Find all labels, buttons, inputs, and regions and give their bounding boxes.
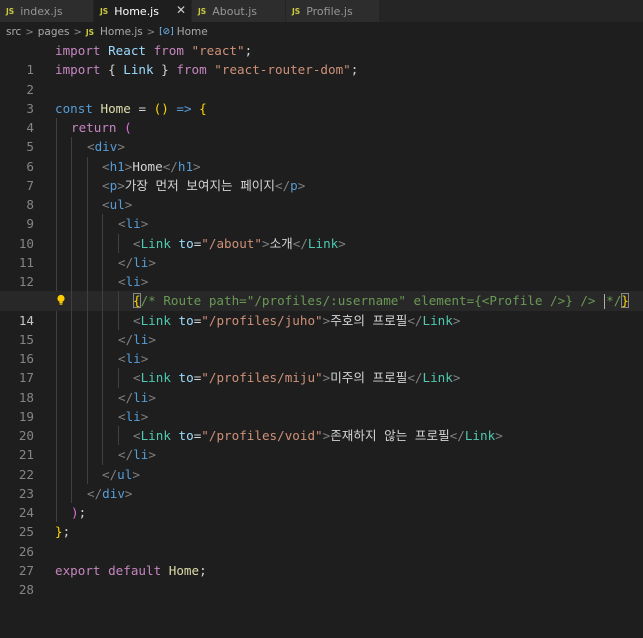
tab-index-js[interactable]: JS index.js <box>0 0 94 22</box>
line-code: <ul> <box>102 197 133 212</box>
code-line: 7 <h1>Home</h1> <box>0 156 643 193</box>
line-code: <li> <box>118 351 149 366</box>
line-code: import React from "react"; <box>55 43 253 58</box>
lightbulb-icon[interactable] <box>56 294 66 306</box>
line-code: </li> <box>118 389 156 405</box>
line-code: export default Home; <box>55 562 207 578</box>
code-line: 1 import React from "react"; <box>0 41 643 77</box>
text-cursor <box>604 294 606 310</box>
chevron-right-icon: > <box>25 26 34 38</box>
line-code: </li> <box>118 254 156 270</box>
line-code: }; <box>55 524 71 540</box>
code-line: 9 <ul> <box>0 195 643 231</box>
code-line: 6 <div> <box>0 137 643 174</box>
line-code: <div> <box>87 139 125 155</box>
line-code: <h1>Home</h1> <box>102 158 201 174</box>
line-code: <li> <box>118 408 149 424</box>
code-line: 23 </ul> <box>0 464 643 501</box>
code-line: 16 </li> <box>0 329 643 366</box>
code-line: 4 const Home = () => { <box>0 99 643 135</box>
javascript-file-icon: JS <box>85 27 95 37</box>
code-line: 18 <Link to="/profiles/miju">미주의 프로필</Li… <box>0 368 643 405</box>
javascript-file-icon: JS <box>6 6 15 16</box>
line-code: <li> <box>118 274 149 289</box>
javascript-file-icon: JS <box>198 6 207 16</box>
tab-profile-js[interactable]: JS Profile.js <box>286 0 380 22</box>
chevron-right-icon: > <box>73 26 82 38</box>
code-line: 13 <li> <box>0 272 643 308</box>
code-line: 5 return ( <box>0 118 643 154</box>
javascript-file-icon: JS <box>292 6 301 16</box>
code-line: 2 import { Link } from "react-router-dom… <box>0 60 643 96</box>
line-code: const Home = () => { <box>55 100 207 116</box>
code-line: 20 <li> <box>0 406 643 443</box>
code-line: 8 <p>가장 먼저 보여지는 페이지</p> <box>0 175 643 212</box>
line-number: 28 <box>18 582 34 597</box>
breadcrumb-file[interactable]: Home.js <box>100 26 143 38</box>
variable-symbol-icon: [⊘] <box>159 27 174 37</box>
editor-tab-bar: JS index.js JS Home.js ✕ JS About.js JS … <box>0 0 643 22</box>
line-code: <Link to="/profiles/void">존재하지 않는 프로필</L… <box>133 428 503 443</box>
line-code: </ul> <box>102 466 140 482</box>
line-code: </li> <box>118 331 156 347</box>
tab-label: About.js <box>212 4 258 18</box>
line-code: <Link to="/profiles/juho">주호의 프로필</Link> <box>133 312 461 328</box>
line-code: import { Link } from "react-router-dom"; <box>55 62 359 78</box>
code-line: 26 }; <box>0 522 643 558</box>
line-code: <Link to="/about">소개</Link> <box>133 235 346 251</box>
breadcrumb: src > pages > JS Home.js > [⊘] Home <box>0 22 643 42</box>
code-line: 24 </div> <box>0 483 643 520</box>
line-code: {/* Route path="/profiles/:username" ele… <box>133 293 629 310</box>
javascript-file-icon: JS <box>100 6 109 16</box>
tab-label: index.js <box>20 4 63 18</box>
code-line: 28 export default Home; <box>0 561 643 597</box>
code-line: 10 <li> <box>0 214 643 251</box>
current-code-line: 14 {/* Route path="/profiles/:username" … <box>0 291 643 328</box>
line-code: <p>가장 먼저 보여지는 페이지</p> <box>102 177 306 193</box>
code-line: 25 ); <box>0 503 643 539</box>
code-line: 3 <box>0 80 643 116</box>
line-code: <Link to="/profiles/miju">미주의 프로필</Link> <box>133 370 461 386</box>
code-editor[interactable]: 1 import React from "react"; 2 import { … <box>0 41 643 597</box>
tab-label: Profile.js <box>306 4 353 18</box>
code-line: 19 </li> <box>0 387 643 424</box>
tab-about-js[interactable]: JS About.js <box>192 0 286 22</box>
close-icon[interactable]: ✕ <box>176 3 186 17</box>
code-line: 11 <Link to="/about">소개</Link> <box>0 233 643 270</box>
code-line: 22 </li> <box>0 445 643 482</box>
line-code: </li> <box>118 447 156 463</box>
code-line: 17 <li> <box>0 349 643 385</box>
line-code: ); <box>71 505 87 520</box>
line-code: </div> <box>87 485 133 501</box>
tab-home-js[interactable]: JS Home.js ✕ <box>94 0 192 22</box>
tab-label: Home.js <box>114 4 159 18</box>
breadcrumb-pages[interactable]: pages <box>38 26 70 38</box>
breadcrumb-src[interactable]: src <box>6 26 21 38</box>
code-line: 21 <Link to="/profiles/void">존재하지 않는 프로필… <box>0 426 643 462</box>
code-line: 15 <Link to="/profiles/juho">주호의 프로필</Li… <box>0 310 643 347</box>
breadcrumb-symbol[interactable]: Home <box>177 26 208 38</box>
code-line: 12 </li> <box>0 252 643 289</box>
code-line: 27 <box>0 542 643 578</box>
line-code: <li> <box>118 216 149 232</box>
chevron-right-icon: > <box>146 26 156 38</box>
line-code: return ( <box>71 120 132 135</box>
